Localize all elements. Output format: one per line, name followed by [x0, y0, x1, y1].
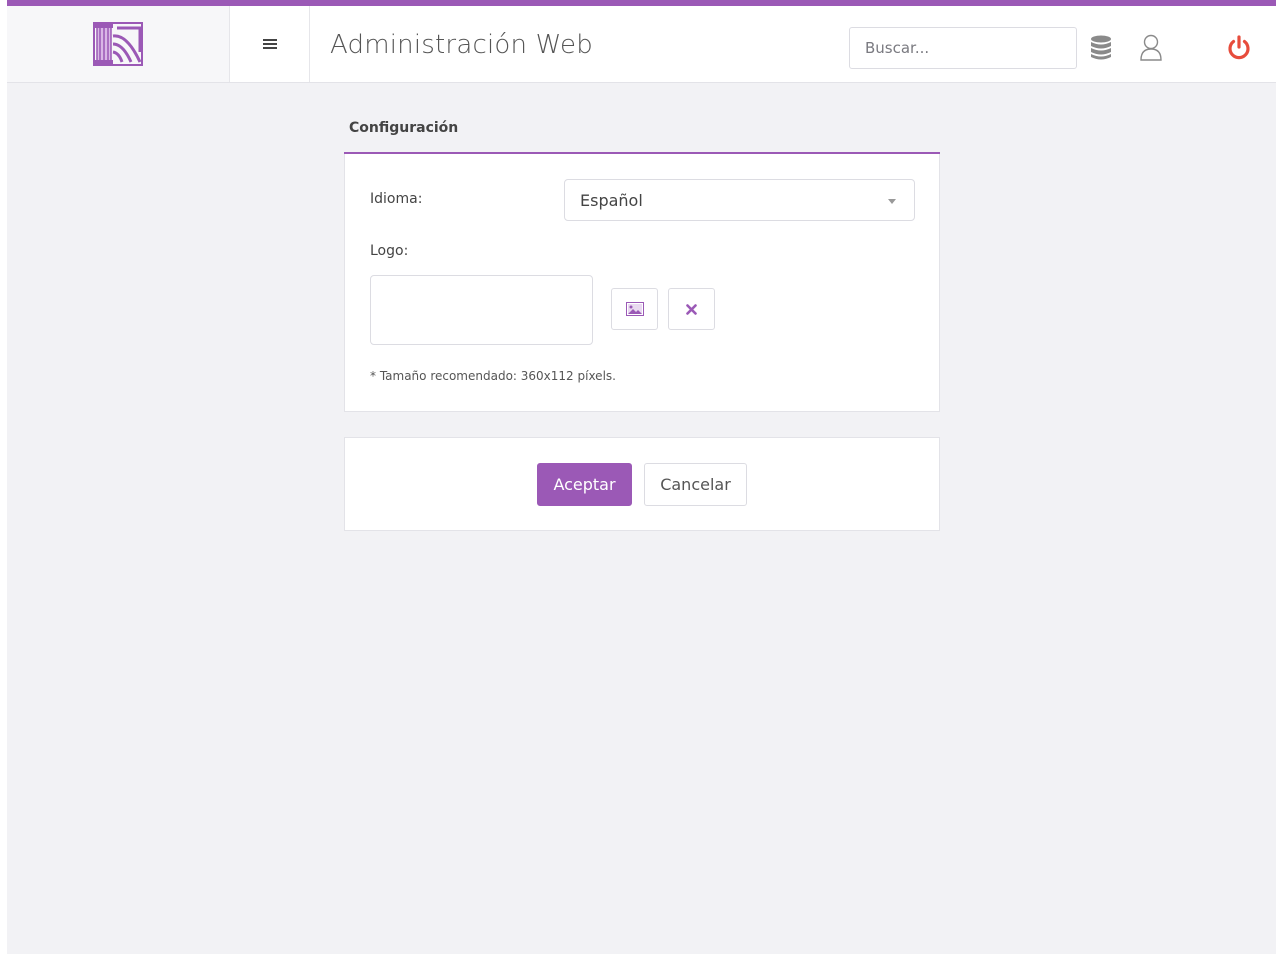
- app-root: Administración Web Configuración: [7, 0, 1276, 954]
- form-actions: Aceptar Cancelar: [344, 437, 940, 531]
- brand-logo[interactable]: [7, 6, 230, 82]
- user-button[interactable]: [1136, 33, 1166, 63]
- language-select[interactable]: Español: [564, 179, 915, 221]
- search-input[interactable]: [849, 27, 1077, 69]
- logo-size-hint: * Tamaño recomendado: 360x112 píxels.: [370, 369, 616, 383]
- user-icon: [1140, 34, 1162, 61]
- top-bar: Administración Web: [7, 0, 1276, 83]
- language-select-value: Español: [580, 191, 643, 210]
- remove-image-button[interactable]: [668, 288, 715, 330]
- configuration-section: Configuración Idioma: Español Logo: * Ta…: [344, 108, 940, 531]
- logo-icon: [93, 22, 143, 66]
- logout-button[interactable]: [1224, 33, 1254, 63]
- database-button[interactable]: [1086, 33, 1116, 63]
- app-title: Administración Web: [330, 30, 593, 60]
- logo-preview[interactable]: [370, 275, 593, 345]
- close-icon: [686, 303, 697, 315]
- logo-label: Logo:: [370, 243, 409, 259]
- image-icon: [625, 302, 644, 316]
- language-label: Idioma:: [370, 191, 423, 207]
- menu-toggle-button[interactable]: [230, 6, 310, 82]
- power-icon: [1228, 35, 1250, 60]
- cancel-button[interactable]: Cancelar: [644, 463, 747, 506]
- upload-image-button[interactable]: [611, 288, 658, 330]
- panel-title: Configuración: [344, 108, 940, 154]
- configuration-panel: Idioma: Español Logo: * Tamaño recomenda…: [344, 154, 940, 412]
- accept-button[interactable]: Aceptar: [537, 463, 632, 506]
- database-icon: [1091, 35, 1111, 60]
- chevron-down-icon: [888, 199, 896, 204]
- menu-icon: [262, 39, 277, 49]
